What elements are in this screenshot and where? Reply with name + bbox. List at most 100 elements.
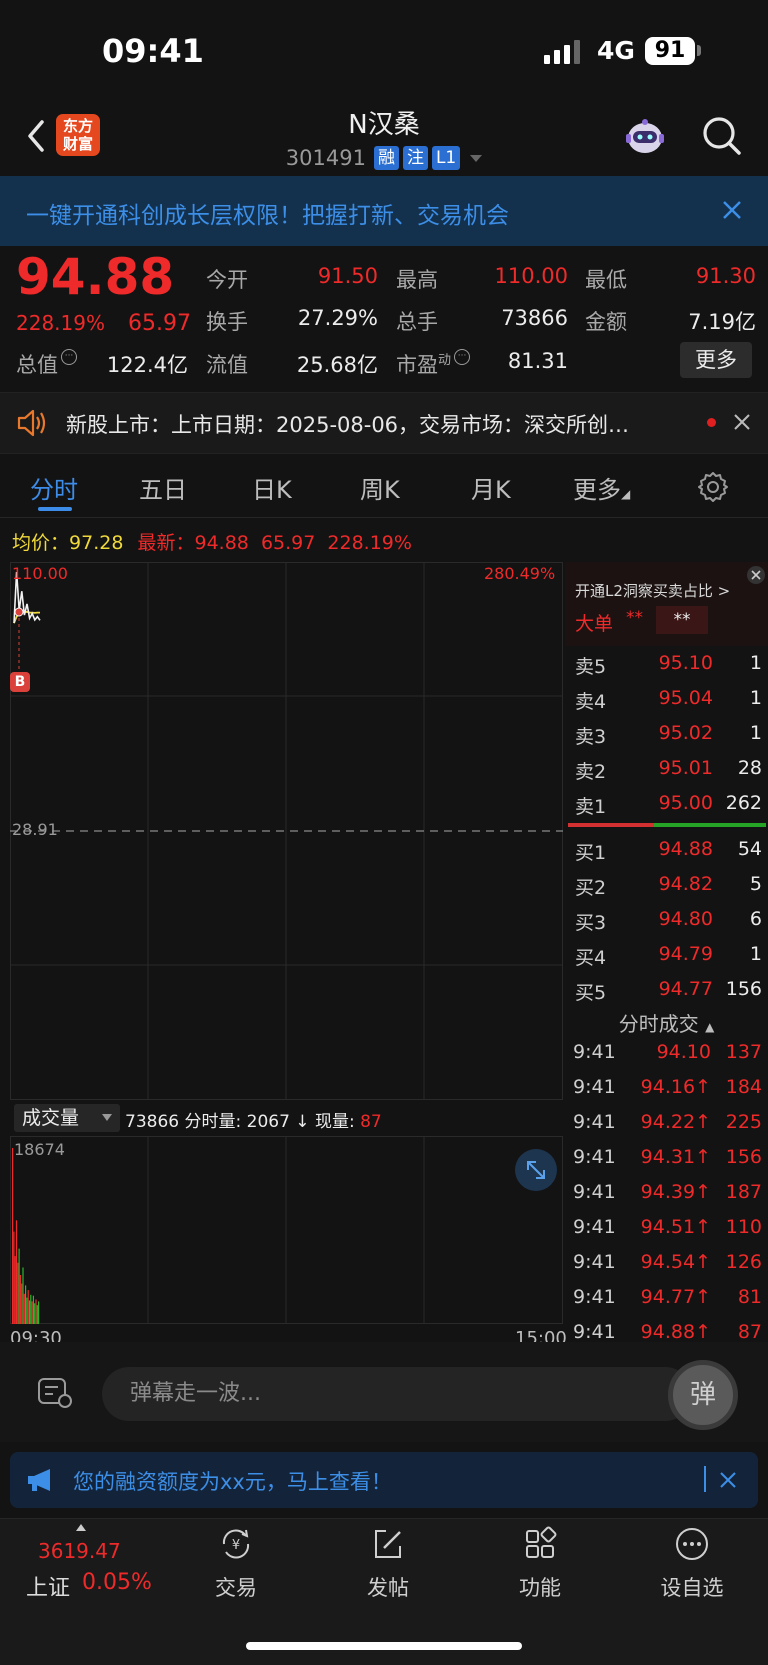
latest-change: 65.97	[260, 532, 316, 554]
robot-assistant-icon[interactable]	[622, 116, 668, 158]
volume-bar	[27, 1290, 29, 1324]
more-dots-icon	[676, 1528, 708, 1560]
ticks-title[interactable]: 分时成交 ▲	[565, 1008, 768, 1037]
dropdown-arrow-icon	[470, 154, 483, 162]
buy-ratio-bar	[654, 823, 766, 827]
tab-five-day[interactable]: 五日	[139, 470, 187, 505]
ask-volume: 1	[749, 722, 762, 744]
tick-row: 9:41 94.39↑ 187	[565, 1177, 768, 1212]
tab-weekly-k[interactable]: 周K	[360, 470, 400, 505]
tick-time: 9:41	[573, 1251, 616, 1273]
close-icon[interactable]	[720, 198, 744, 222]
bid-row[interactable]: 买2 94.82 5	[565, 869, 768, 904]
tab-add-watchlist-label: 设自选	[660, 1576, 724, 1600]
ask-row[interactable]: 卖4 95.04 1	[565, 683, 768, 718]
unread-dot	[707, 418, 716, 427]
yen-exchange-icon: ¥	[222, 1529, 250, 1559]
banner-text[interactable]: 一键开通科创成长层权限！把握打新、交易机会	[26, 196, 509, 230]
index-toggle-icon[interactable]	[76, 1524, 86, 1531]
bid-volume: 54	[737, 838, 762, 860]
open-label: 今开	[206, 268, 248, 292]
info-icon[interactable]: ···	[454, 349, 471, 365]
tab-functions[interactable]: 功能	[500, 1526, 580, 1602]
tab-trade-label: 交易	[215, 1576, 257, 1600]
bid-row[interactable]: 买5 94.77 156	[565, 974, 768, 1009]
gear-icon[interactable]	[696, 470, 730, 504]
tab-trade[interactable]: ¥ 交易	[196, 1526, 276, 1602]
tick-price: 94.31↑	[640, 1146, 711, 1168]
l2-promo-text[interactable]: 开通L2洞察买卖占比 >	[575, 580, 730, 601]
intraday-chart[interactable]	[10, 562, 563, 1100]
market-cap-label[interactable]: 总值 ···	[16, 349, 77, 379]
ask-label: 卖5	[575, 656, 607, 678]
buy-marker[interactable]: B	[10, 672, 30, 692]
bid-volume: 156	[725, 978, 762, 1000]
ask-row[interactable]: 卖5 95.10 1	[565, 648, 768, 683]
notice-text[interactable]: 新股上市：上市日期：2025-08-06，交易市场：深交所创…	[66, 409, 629, 439]
change-amount: 65.97	[128, 311, 191, 336]
ticks-title-text: 分时成交	[618, 1012, 699, 1036]
volume-bar	[30, 1294, 32, 1324]
tick-volume: 110	[725, 1216, 762, 1238]
tab-add-watchlist[interactable]: 设自选	[652, 1526, 732, 1602]
volume-max: 18674	[14, 1140, 65, 1159]
tick-row: 9:41 94.88↑ 87	[565, 1317, 768, 1342]
volume-bar	[31, 1301, 33, 1324]
volume-bar	[35, 1299, 37, 1324]
close-icon[interactable]	[733, 413, 751, 431]
tick-volume: 81	[737, 1286, 762, 1308]
tab-functions-label: 功能	[519, 1576, 561, 1600]
comment-settings-icon[interactable]	[36, 1374, 74, 1410]
registration-tag: 注	[402, 146, 428, 170]
stock-code: 301491	[285, 146, 366, 170]
amount-value: 7.19亿	[688, 310, 756, 334]
info-icon[interactable]: ···	[61, 349, 77, 365]
market-cap-value: 122.4亿	[106, 353, 188, 377]
big-order-buy: **	[626, 608, 643, 628]
volume-bar	[17, 1262, 19, 1324]
index-value[interactable]: 3619.47	[38, 1539, 121, 1563]
tick-time: 9:41	[573, 1181, 616, 1203]
down-arrow: ↓	[289, 1112, 315, 1132]
tab-monthly-k[interactable]: 月K	[471, 470, 511, 505]
ask-row[interactable]: 卖3 95.02 1	[565, 718, 768, 753]
amount-label: 金额	[585, 310, 627, 334]
danmu-input[interactable]: 弹幕走一波...	[102, 1367, 692, 1421]
close-icon[interactable]	[746, 565, 766, 585]
ask-row[interactable]: 卖2 95.01 28	[565, 753, 768, 788]
tab-intraday[interactable]: 分时	[30, 470, 78, 505]
volume-chart[interactable]	[10, 1136, 563, 1324]
tick-row: 9:41 94.22↑ 225	[565, 1107, 768, 1142]
float-cap-value: 25.68亿	[296, 353, 378, 377]
expand-icon[interactable]	[515, 1149, 557, 1191]
index-name[interactable]: 上证	[26, 1570, 70, 1602]
tab-post[interactable]: 发帖	[348, 1526, 428, 1602]
more-button[interactable]: 更多	[680, 342, 752, 378]
turnover-value: 27.29%	[297, 306, 378, 330]
latest-label: 最新：	[137, 532, 195, 554]
danmu-button[interactable]: 弹	[668, 1360, 738, 1430]
promo-text[interactable]: 您的融资额度为xx元，马上查看！	[73, 1466, 392, 1496]
volume-bar	[18, 1248, 20, 1324]
search-icon[interactable]	[700, 114, 744, 158]
float-cap-label: 流值	[206, 353, 248, 377]
tick-time: 9:41	[573, 1216, 616, 1238]
tab-daily-k[interactable]: 日K	[252, 470, 292, 505]
ask-price: 95.02	[658, 722, 713, 744]
bid-row[interactable]: 买1 94.88 54	[565, 834, 768, 869]
volume-bar	[15, 1220, 18, 1324]
close-icon[interactable]	[719, 1471, 737, 1489]
index-change[interactable]: 0.05%	[82, 1570, 152, 1595]
home-indicator	[246, 1642, 522, 1650]
bid-row[interactable]: 买3 94.80 6	[565, 904, 768, 939]
ask-row[interactable]: 卖1 95.00 262	[565, 788, 768, 823]
tab-more[interactable]: 更多◢	[573, 470, 630, 505]
bid-row[interactable]: 买4 94.79 1	[565, 939, 768, 974]
ask-label: 卖4	[575, 691, 607, 713]
caret-up-icon: ▲	[705, 1020, 715, 1034]
bid-label: 买3	[575, 912, 607, 934]
volume-bar	[23, 1293, 25, 1324]
bid-price: 94.80	[658, 908, 713, 930]
bid-price: 94.79	[658, 943, 713, 965]
pe-label[interactable]: 市盈动 ···	[396, 349, 471, 379]
